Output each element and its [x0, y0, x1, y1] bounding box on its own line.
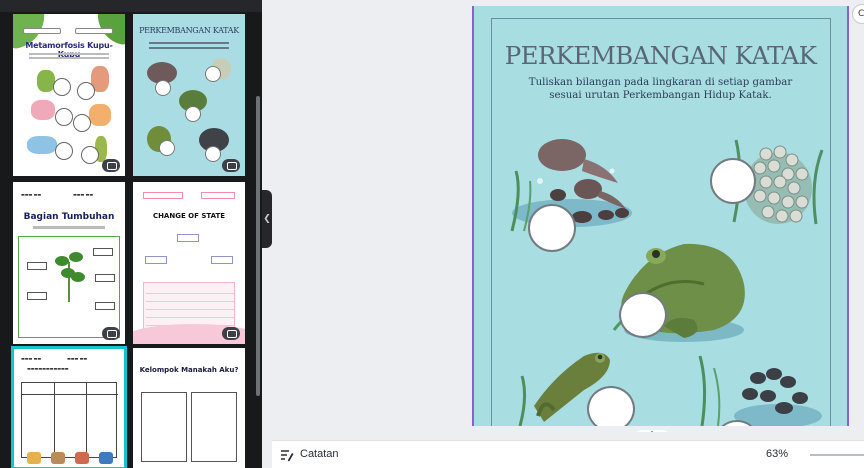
- table-column: [86, 383, 87, 459]
- zoom-slider[interactable]: [810, 454, 864, 456]
- expand-pages-button[interactable]: ⌃: [634, 430, 670, 432]
- butterfly-image: [89, 104, 111, 126]
- zoom-level[interactable]: 63%: [766, 448, 788, 460]
- crown-badge-icon: [102, 159, 120, 172]
- thumbnail-subtitle: ▬▬▬▬▬▬▬▬▬▬▬: [27, 366, 69, 371]
- animal-image: [27, 452, 41, 464]
- answer-circle: [55, 142, 73, 160]
- thumbnail-title: PERKEMBANGAN KATAK: [139, 26, 239, 35]
- answer-circle: [77, 82, 95, 100]
- animal-image: [51, 452, 65, 464]
- answer-circle: [81, 146, 99, 164]
- egg-leaf-image: [27, 136, 57, 154]
- name-field: [23, 28, 61, 34]
- young-tadpoles-illustration: [698, 355, 822, 426]
- template-thumbnail-butterfly[interactable]: Metamorfosis Kupu-Kupu: [13, 14, 125, 176]
- crown-badge-icon: [222, 327, 240, 340]
- animal-image: [99, 452, 113, 464]
- page-instruction: Tuliskan bilangan pada lingkaran di seti…: [514, 76, 807, 102]
- state-box: [177, 234, 199, 242]
- crown-badge-icon: [102, 327, 120, 340]
- thumbnail-title: CHANGE OF STATE: [152, 212, 226, 220]
- answer-circle: [185, 106, 201, 122]
- table-column: [54, 383, 55, 459]
- notes-button[interactable]: Catatan: [300, 448, 339, 460]
- table-row: [146, 309, 234, 310]
- group-box: [191, 392, 237, 462]
- chevron-left-icon: ❮: [263, 214, 271, 224]
- instruction-line: Tuliskan bilangan pada lingkaran di seti…: [528, 77, 793, 88]
- crown-badge-icon: [222, 159, 240, 172]
- side-action-button[interactable]: C: [852, 4, 864, 24]
- name-field: ▬▬▬ ▬▬: [21, 356, 42, 361]
- answer-circle: [155, 80, 171, 96]
- answer-circle: [205, 66, 221, 82]
- table-row: [146, 301, 234, 302]
- answer-circle: [53, 78, 71, 96]
- template-thumbnail-classification[interactable]: ▬▬▬ ▬▬ ▬▬▬ ▬▬ ▬▬▬▬▬▬▬▬▬▬▬: [11, 346, 127, 468]
- label-box: [27, 292, 47, 300]
- name-field: [143, 192, 183, 199]
- state-box: [145, 256, 167, 264]
- text-line: [149, 42, 229, 44]
- plant-image: [69, 252, 83, 262]
- date-field: [201, 192, 235, 199]
- table-header: [22, 383, 118, 395]
- design-page[interactable]: PERKEMBANGAN KATAK Tuliskan bilangan pad…: [472, 6, 849, 426]
- answer-circle-eggs[interactable]: [710, 158, 756, 204]
- butterfly-image: [31, 100, 55, 120]
- answer-circle-tadpoles[interactable]: [528, 204, 576, 252]
- panel-scrollbar[interactable]: [256, 96, 260, 396]
- answer-circle: [55, 108, 73, 126]
- panel-top-strip: [0, 0, 262, 12]
- label-box: [95, 274, 115, 282]
- instruction-line: sesuai urutan Perkembangan Hidup Katak.: [549, 90, 772, 101]
- name-field: ▬▬▬ ▬▬: [21, 192, 42, 197]
- thumbnail-subtitle: [33, 226, 105, 229]
- answer-circle: [205, 146, 221, 162]
- answer-circle: [159, 140, 175, 156]
- date-field: ▬▬▬ ▬▬: [73, 192, 94, 197]
- date-field: ▬▬▬ ▬▬: [67, 356, 88, 361]
- page-title: PERKEMBANGAN KATAK: [504, 41, 817, 70]
- table-row: [146, 317, 234, 318]
- answer-circle: [73, 114, 91, 132]
- answer-circle-froglet[interactable]: [587, 386, 635, 426]
- template-thumbnail-change-of-state[interactable]: CHANGE OF STATE: [133, 182, 245, 344]
- template-thumbnail-frog[interactable]: PERKEMBANGAN KATAK: [133, 14, 245, 176]
- text-line: [149, 47, 229, 49]
- date-field: [75, 28, 113, 34]
- animal-image: [75, 452, 89, 464]
- bottom-toolbar: Catatan 63%: [272, 440, 864, 468]
- thumbnail-title: Kelompok Manakah Aku?: [139, 366, 239, 374]
- thumbnail-title: Bagian Tumbuhan: [23, 212, 115, 222]
- template-thumbnail-plant[interactable]: ▬▬▬ ▬▬ ▬▬▬ ▬▬ Bagian Tumbuhan: [13, 182, 125, 344]
- notes-icon[interactable]: [280, 448, 294, 462]
- plant-image: [55, 256, 69, 266]
- table-row: [146, 293, 234, 294]
- label-box: [93, 248, 113, 256]
- canvas-workspace: PERKEMBANGAN KATAK Tuliskan bilangan pad…: [272, 0, 864, 432]
- collapse-panel-button[interactable]: ❮: [262, 190, 272, 248]
- chevron-up-icon: ⌃: [649, 430, 656, 432]
- template-panel: Metamorfosis Kupu-Kupu PERKEMBANGAN KATA…: [0, 0, 262, 468]
- answer-circle-frog[interactable]: [619, 292, 667, 338]
- plant-image: [71, 272, 85, 282]
- label-box: [27, 262, 47, 270]
- group-box: [141, 392, 187, 462]
- template-thumbnail-group[interactable]: Kelompok Manakah Aku?: [133, 348, 245, 468]
- thumbnail-subtitle: [29, 53, 109, 59]
- sorting-table: [21, 382, 118, 459]
- state-box: [211, 256, 233, 264]
- label-box: [95, 302, 115, 310]
